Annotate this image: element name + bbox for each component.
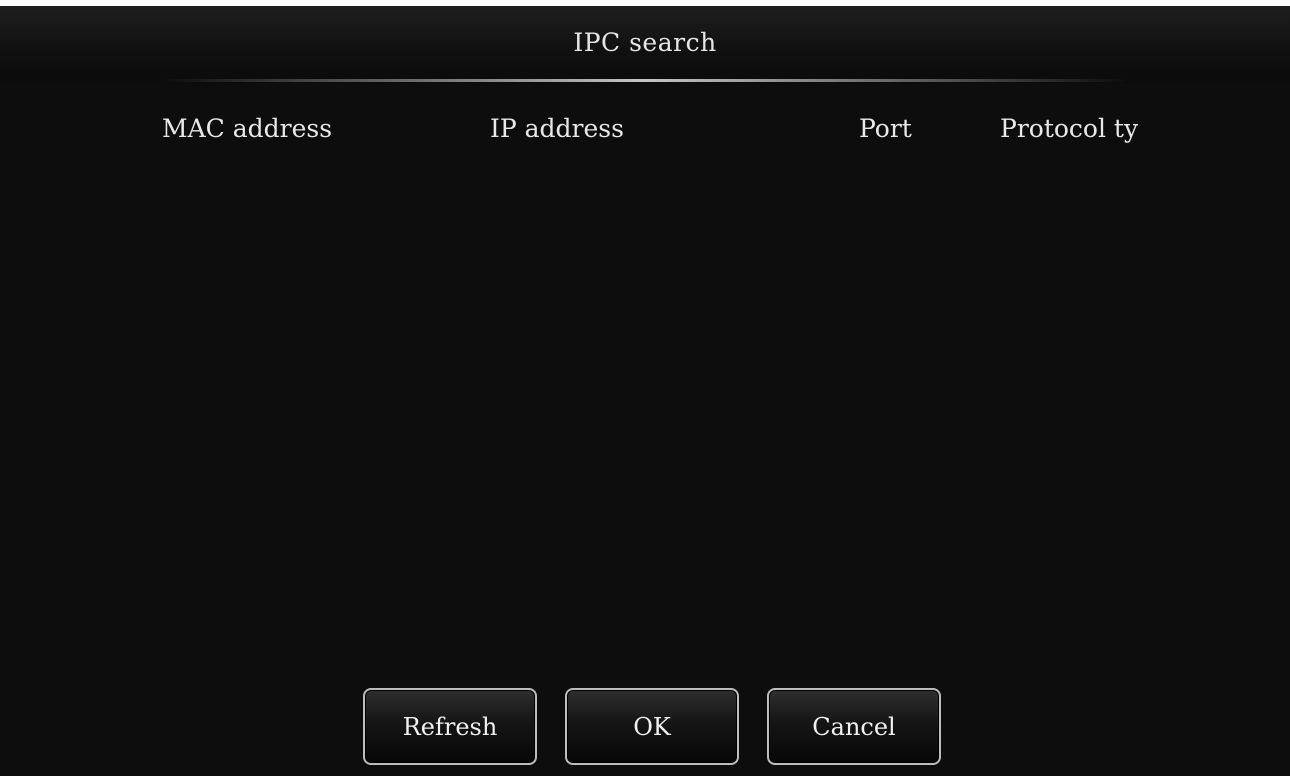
cancel-button[interactable]: Cancel: [767, 688, 941, 765]
screen: IPC search MAC address IP address Port P…: [0, 0, 1290, 776]
ipc-search-dialog: IPC search MAC address IP address Port P…: [0, 6, 1290, 776]
dialog-title: IPC search: [573, 28, 717, 57]
column-header-mac-address: MAC address: [162, 114, 333, 143]
refresh-button[interactable]: Refresh: [363, 688, 537, 765]
device-list[interactable]: [20, 156, 1270, 676]
column-header-ip-address: IP address: [490, 114, 624, 143]
title-bar: IPC search: [0, 6, 1290, 83]
ok-button[interactable]: OK: [565, 688, 739, 765]
title-divider: [160, 79, 1130, 82]
column-header-port: Port: [859, 114, 912, 143]
column-header-protocol-type: Protocol ty: [1000, 114, 1139, 143]
